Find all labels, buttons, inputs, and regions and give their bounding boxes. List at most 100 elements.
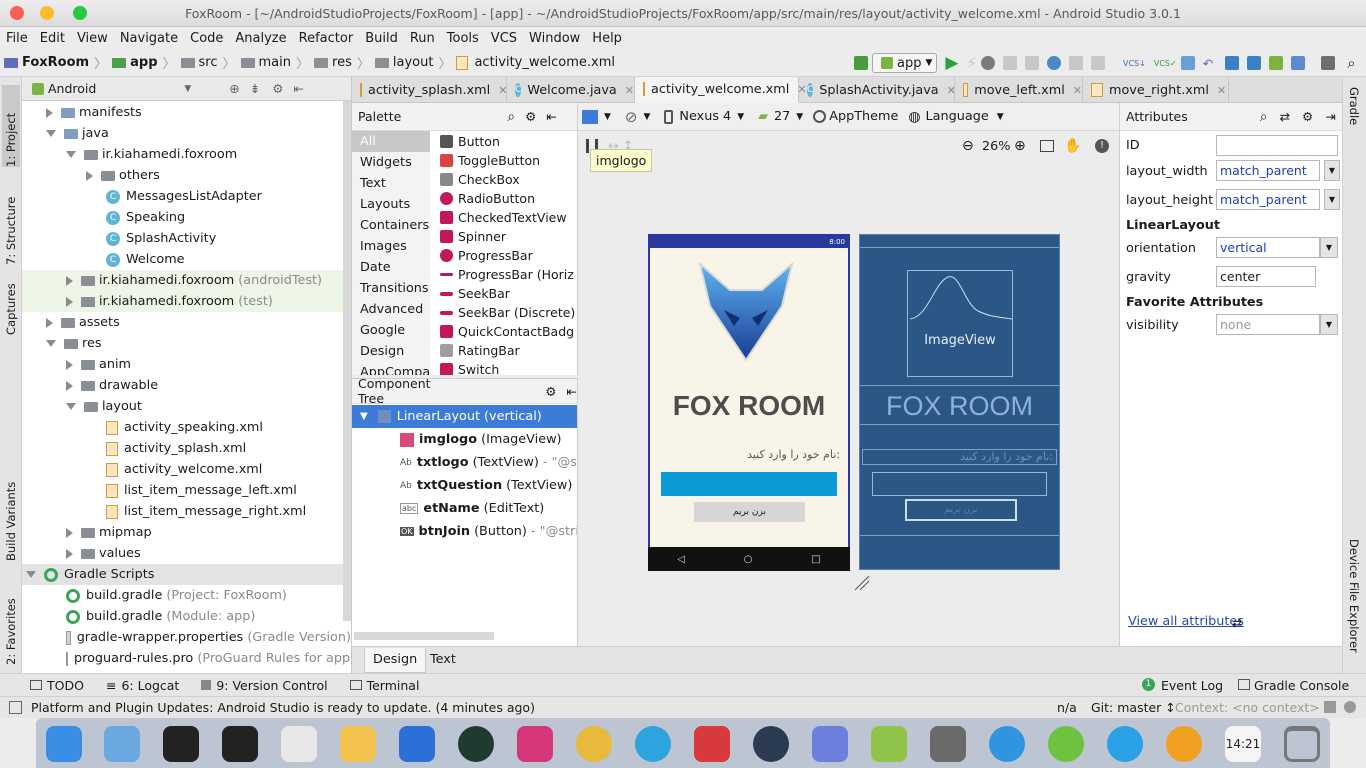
component-tree-item[interactable]: Ab txtQuestion (TextView) - "@ (352, 474, 577, 497)
tree-item[interactable]: layout (22, 396, 351, 417)
trash-icon[interactable] (1284, 726, 1320, 762)
menu-code[interactable]: Code (184, 31, 229, 46)
layout-inspector-icon[interactable] (1069, 56, 1084, 70)
view-mode-dropdown-icon[interactable]: ▼ (184, 84, 191, 94)
palette-item[interactable]: Button (432, 132, 578, 151)
tree-item[interactable]: activity_welcome.xml (22, 459, 351, 480)
calendar-icon[interactable]: 14:21 (1225, 726, 1261, 762)
tab-splash-activity-java[interactable]: C SplashActivity.java ✕ (799, 77, 956, 103)
zoom-to-fit-icon[interactable] (1040, 140, 1054, 152)
terminal-app-icon[interactable] (222, 726, 258, 762)
expand-arrow-icon[interactable]: ▼ (360, 411, 368, 422)
orientation-icon[interactable]: ⊘ (625, 108, 638, 126)
hide-panel-icon[interactable]: ⇤ (546, 109, 556, 124)
tree-item[interactable]: Gradle Scripts (22, 564, 351, 585)
captures-tool-tab[interactable]: Captures (2, 273, 20, 335)
tab-activity-welcome[interactable]: activity_welcome.xml ✕ (635, 77, 807, 103)
clock-app-icon[interactable] (1166, 726, 1202, 762)
compare-icon[interactable] (1180, 56, 1195, 70)
home-icon[interactable]: ○ (744, 554, 753, 565)
tree-item[interactable]: build.gradle (Project: FoxRoom) (22, 585, 351, 606)
tree-item[interactable]: gradle-wrapper.properties (Gradle Versio… (22, 627, 351, 648)
component-tree-item[interactable]: Ab txtlogo (TextView) - "@string (352, 451, 577, 474)
avd-manager-icon[interactable] (1247, 56, 1262, 70)
attach-debugger-icon[interactable] (1025, 56, 1040, 70)
hand-pan-icon[interactable]: ✋ (1064, 138, 1081, 154)
tree-item[interactable]: mipmap (22, 522, 351, 543)
tree-item[interactable]: java (22, 123, 351, 144)
name-input[interactable] (661, 472, 837, 496)
palette-category[interactable]: AppCompat (352, 362, 430, 375)
tree-item[interactable]: ir.kiahamedi.foxroom (test) (22, 291, 351, 312)
toggle-tool-windows-icon[interactable] (9, 701, 22, 714)
chevron-down-icon[interactable]: ▼ (1324, 160, 1340, 181)
recents-icon[interactable]: □ (811, 554, 820, 565)
revert-icon[interactable]: ↶ (1203, 56, 1213, 71)
layers-icon[interactable] (582, 109, 598, 124)
download-manager-icon[interactable] (694, 726, 730, 762)
menu-edit[interactable]: Edit (34, 31, 71, 46)
version-control-tab[interactable]: 9: Version Control (216, 678, 327, 693)
stop-icon[interactable] (1091, 56, 1106, 70)
breadcrumb-res[interactable]: res (332, 55, 352, 70)
theme-select[interactable]: AppTheme (829, 109, 898, 124)
terminal-tab[interactable]: Terminal (367, 678, 420, 693)
structure-tool-tab[interactable]: 7: Structure (2, 173, 20, 265)
chevron-down-icon[interactable]: ▼ (1320, 314, 1338, 335)
terminal-app-icon[interactable] (163, 726, 199, 762)
gradle-console-tab[interactable]: Gradle Console (1254, 678, 1349, 693)
tree-item[interactable]: C MessagesListAdapter (22, 186, 351, 207)
run-icon[interactable]: ▶ (945, 53, 958, 73)
tree-item[interactable]: drawable (22, 375, 351, 396)
menu-analyze[interactable]: Analyze (229, 31, 292, 46)
search-icon[interactable]: ⌕ (1347, 54, 1355, 72)
run-config-select[interactable]: app ▼ (872, 53, 938, 73)
swap-view-icon[interactable]: ⇄ (1280, 109, 1290, 124)
breadcrumb-project[interactable]: FoxRoom (22, 55, 89, 70)
settings-gear-icon[interactable]: ⚙ (272, 81, 283, 96)
tree-item[interactable]: assets (22, 312, 351, 333)
tab-activity-splash[interactable]: activity_splash.xml ✕ (352, 77, 507, 103)
device-monitor-icon[interactable] (1291, 56, 1306, 70)
join-button[interactable]: بزن بریم (694, 502, 805, 522)
lock-icon[interactable] (1324, 701, 1336, 713)
settings-gear-icon[interactable]: ⚙ (525, 109, 536, 124)
tab-move-left[interactable]: move_left.xml ✕ (955, 77, 1083, 103)
close-icon[interactable]: ✕ (1217, 84, 1226, 97)
android-studio-icon[interactable] (871, 726, 907, 762)
menu-navigate[interactable]: Navigate (114, 31, 184, 46)
component-tree-item[interactable]: imglogo (ImageView) (352, 428, 577, 451)
palette-item[interactable]: ProgressBar (432, 246, 578, 265)
todo-tab[interactable]: TODO (47, 678, 84, 693)
tree-item[interactable]: proguard-rules.pro (ProGuard Rules for a… (22, 648, 355, 669)
settings-app-icon[interactable] (930, 726, 966, 762)
visibility-select[interactable]: none (1216, 314, 1320, 335)
palette-item[interactable]: ToggleButton (432, 151, 578, 170)
breadcrumb-main[interactable]: main (259, 55, 291, 70)
tree-item[interactable]: list_item_message_left.xml (22, 480, 351, 501)
tree-item[interactable]: values (22, 543, 351, 564)
palette-item[interactable]: ProgressBar (Horiz (432, 265, 578, 284)
project-view-mode[interactable]: Android (48, 81, 96, 96)
palette-category[interactable]: Containers (352, 215, 430, 236)
blueprint-input[interactable] (872, 472, 1047, 496)
palette-category[interactable]: Advanced (352, 299, 430, 320)
component-tree-scrollbar[interactable] (354, 632, 494, 640)
view-all-attributes-link[interactable]: View all attributes (1128, 614, 1244, 629)
back-icon[interactable]: ◁ (677, 554, 685, 565)
steam-icon[interactable] (753, 726, 789, 762)
tree-item[interactable]: res (22, 333, 351, 354)
palette-category[interactable]: Google (352, 320, 430, 341)
debug-icon[interactable] (981, 56, 996, 70)
breadcrumb-layout[interactable]: layout (393, 55, 434, 70)
menu-run[interactable]: Run (404, 31, 441, 46)
palette-item[interactable]: CheckBox (432, 170, 578, 189)
chrome-icon[interactable] (576, 726, 612, 762)
palette-item[interactable]: RadioButton (432, 189, 578, 208)
instagram-icon[interactable] (517, 726, 553, 762)
palette-category[interactable]: Images (352, 236, 430, 257)
device-select[interactable]: Nexus 4 (679, 109, 731, 124)
apply-changes-icon[interactable]: ⚡ (966, 54, 977, 72)
gravity-input[interactable]: center (1216, 266, 1316, 287)
blueprint-imageview[interactable]: ImageView (907, 270, 1013, 377)
